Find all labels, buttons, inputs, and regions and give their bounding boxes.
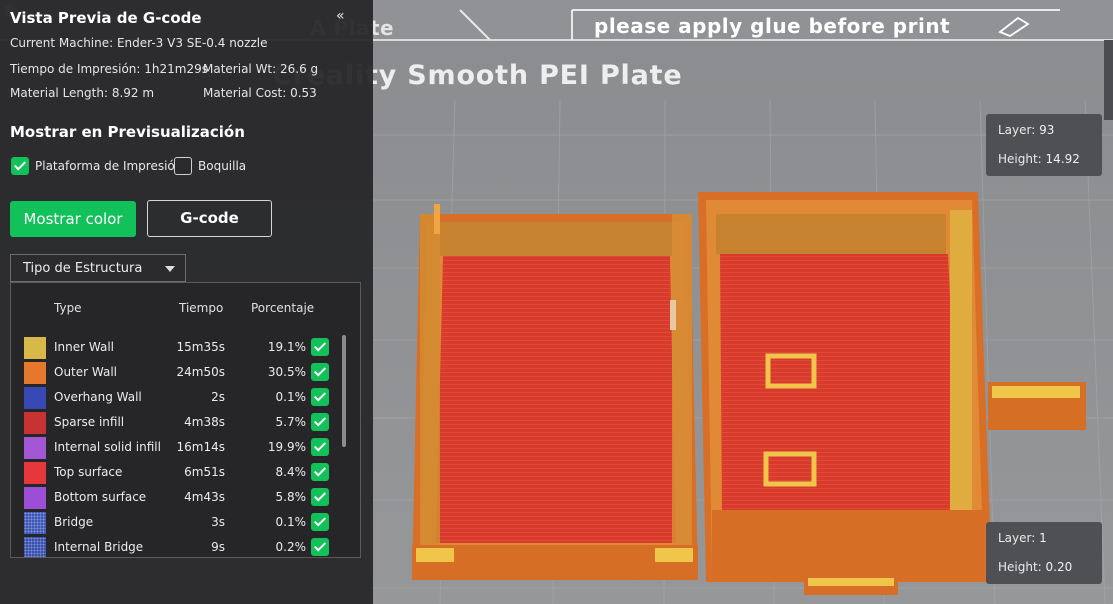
legend-type: Outer Wall — [54, 365, 118, 379]
layer-label: Layer: — [998, 531, 1036, 545]
layer-slider-bottom-readout[interactable]: Layer: 1 Height: 0.20 — [986, 522, 1102, 584]
legend-time: 9s — [211, 540, 225, 554]
legend-visibility-checkbox[interactable] — [311, 463, 329, 481]
legend-percent: 19.1% — [267, 340, 306, 354]
checkbox-build-plate[interactable] — [11, 157, 29, 175]
legend-visibility-checkbox[interactable] — [311, 363, 329, 381]
height-label: Height: — [998, 152, 1042, 166]
legend-type: Internal Bridge — [54, 540, 144, 554]
legend-type: Bridge — [54, 515, 94, 529]
layer-value: 93 — [1039, 123, 1055, 137]
color-swatch — [24, 487, 46, 509]
legend-percent: 5.7% — [275, 415, 307, 429]
material-length: Material Length: 8.92 m — [10, 86, 155, 100]
legend-row: Internal solid infill 16m14s 19.9% — [11, 435, 360, 460]
legend-time: 6m51s — [184, 465, 225, 479]
legend-type: Top surface — [54, 465, 123, 479]
machine-info: Current Machine: Ender-3 V3 SE-0.4 nozzl… — [10, 36, 268, 50]
height-value: 14.92 — [1045, 152, 1080, 166]
select-value: Tipo de Estructura — [23, 261, 143, 276]
material-cost: Material Cost: 0.53 — [203, 86, 317, 100]
legend-visibility-checkbox[interactable] — [311, 438, 329, 456]
col-header-percent: Porcentaje — [251, 301, 315, 315]
legend-row: Overhang Wall 2s 0.1% — [11, 385, 360, 410]
structure-type-select[interactable]: Tipo de Estructura — [10, 254, 186, 282]
checkbox-nozzle[interactable] — [174, 157, 192, 175]
col-header-type: Type — [54, 301, 82, 315]
legend-percent: 30.5% — [267, 365, 306, 379]
legend-percent: 0.1% — [275, 515, 307, 529]
section-title: Mostrar en Previsualización — [10, 123, 245, 141]
legend-type: Inner Wall — [54, 340, 114, 354]
viewport-scrollbar[interactable] — [1104, 40, 1113, 120]
legend-row: Bridge 3s 0.1% — [11, 510, 360, 535]
legend-percent: 0.2% — [275, 540, 307, 554]
color-swatch — [24, 412, 46, 434]
legend-type: Bottom surface — [54, 490, 147, 504]
color-swatch — [24, 437, 46, 459]
panel-title: Vista Previa de G-code — [10, 9, 202, 27]
legend-time: 16m14s — [176, 440, 225, 454]
color-swatch — [24, 512, 46, 534]
legend-visibility-checkbox[interactable] — [311, 388, 329, 406]
material-weight: Material Wt: 26.6 g — [203, 62, 319, 76]
checkbox-nozzle-label: Boquilla — [198, 159, 247, 173]
checkbox-build-plate-label: Plataforma de Impresión — [35, 159, 183, 173]
caret-down-icon — [165, 266, 175, 272]
plate-note: please apply glue before print — [594, 14, 951, 38]
print-time: Tiempo de Impresión: 1h21m29s — [10, 62, 208, 76]
legend-row: Sparse infill 4m38s 5.7% — [11, 410, 360, 435]
height-label: Height: — [998, 560, 1042, 574]
legend-row: Bottom surface 4m43s 5.8% — [11, 485, 360, 510]
color-swatch — [24, 362, 46, 384]
legend-time: 15m35s — [176, 340, 225, 354]
legend-percent: 8.4% — [275, 465, 307, 479]
legend-type: Sparse infill — [54, 415, 125, 429]
show-color-button[interactable]: Mostrar color — [10, 201, 136, 237]
legend-time: 24m50s — [176, 365, 225, 379]
legend-row: Top surface 6m51s 8.4% — [11, 460, 360, 485]
color-swatch — [24, 337, 46, 359]
legend-table: Type Tiempo Porcentaje Inner Wall 15m35s 1… — [10, 282, 361, 558]
legend-percent: 5.8% — [275, 490, 307, 504]
gcode-preview-panel: Vista Previa de G-code « Current Machine… — [0, 0, 373, 604]
layer-label: Layer: — [998, 123, 1036, 137]
legend-row: Outer Wall 24m50s 30.5% — [11, 360, 360, 385]
legend-visibility-checkbox[interactable] — [311, 338, 329, 356]
color-swatch — [24, 462, 46, 484]
legend-visibility-checkbox[interactable] — [311, 413, 329, 431]
gcode-button[interactable]: G-code — [147, 200, 272, 237]
legend-type: Internal solid infill — [54, 440, 161, 454]
color-swatch — [24, 387, 46, 409]
legend-percent: 0.1% — [275, 390, 307, 404]
legend-visibility-checkbox[interactable] — [311, 513, 329, 531]
legend-type: Overhang Wall — [54, 390, 142, 404]
legend-time: 4m43s — [184, 490, 225, 504]
layer-slider-top-readout[interactable]: Layer: 93 Height: 14.92 — [986, 114, 1102, 176]
legend-scrollbar[interactable] — [342, 335, 346, 447]
legend-row: Inner Wall 15m35s 19.1% — [11, 335, 360, 360]
legend-time: 3s — [211, 515, 225, 529]
legend-visibility-checkbox[interactable] — [311, 488, 329, 506]
legend-visibility-checkbox[interactable] — [311, 538, 329, 556]
double-chevron-left-icon[interactable]: « — [336, 8, 345, 24]
color-swatch — [24, 537, 46, 557]
legend-row: Internal Bridge 9s 0.2% — [11, 535, 360, 557]
legend-time: 4m38s — [184, 415, 225, 429]
height-value: 0.20 — [1045, 560, 1073, 574]
col-header-time: Tiempo — [179, 301, 224, 315]
legend-percent: 19.9% — [267, 440, 306, 454]
layer-value: 1 — [1039, 531, 1047, 545]
model-left-box — [412, 204, 698, 580]
legend-time: 2s — [211, 390, 225, 404]
